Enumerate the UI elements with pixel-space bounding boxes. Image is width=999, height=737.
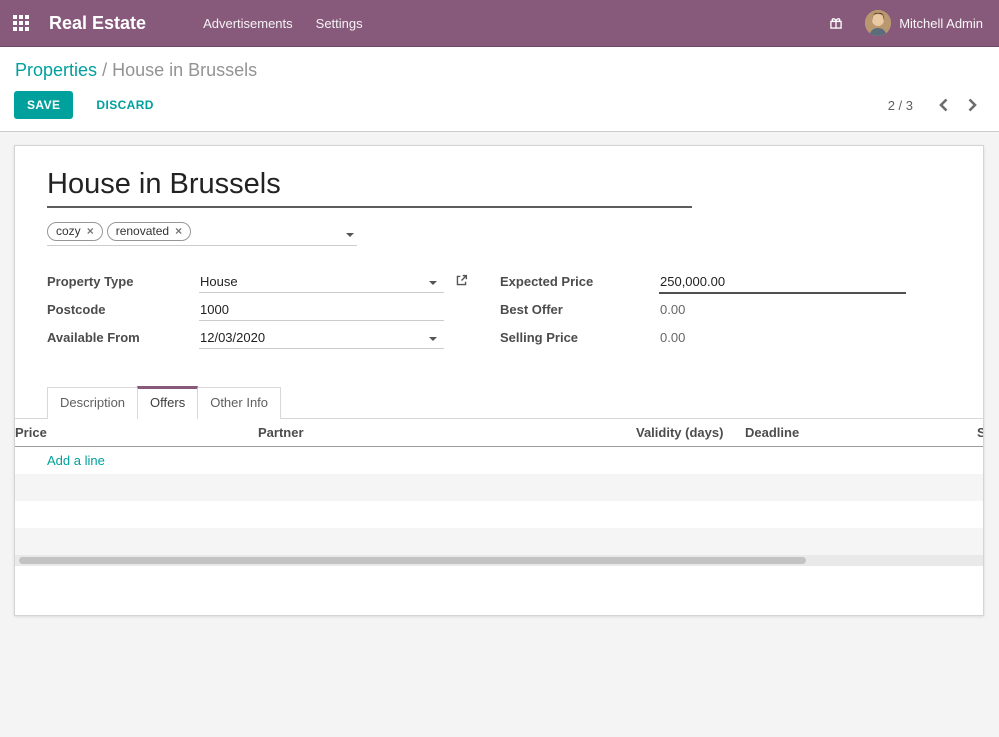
available-from-label: Available From (47, 326, 199, 345)
expected-price-value: 250,000.00 (660, 274, 725, 289)
tab-description[interactable]: Description (47, 387, 138, 419)
control-panel: Properties / House in Brussels SAVE DISC… (0, 47, 999, 132)
tag-cozy: cozy × (47, 222, 103, 241)
postcode-value: 1000 (200, 302, 229, 317)
user-menu[interactable]: Mitchell Admin (899, 16, 983, 31)
control-panel-buttons: SAVE DISCARD 2 / 3 (0, 91, 999, 119)
menu-advertisements[interactable]: Advertisements (203, 12, 293, 35)
notebook-tabs: Description Offers Other Info (15, 386, 983, 419)
field-groups: Property Type House Postcode (15, 270, 983, 354)
selling-price-amount: 0.00 (660, 330, 685, 345)
top-navbar: Real Estate Advertisements Settings Mitc… (0, 0, 999, 47)
discard-button[interactable]: DISCARD (88, 91, 161, 119)
expected-price-label: Expected Price (500, 270, 659, 289)
column-header-validity[interactable]: Validity (days) (636, 419, 737, 446)
tag-label: cozy (56, 224, 81, 238)
navbar-right: Mitchell Admin (829, 10, 999, 36)
save-button[interactable]: SAVE (14, 91, 73, 119)
tag-remove-icon[interactable]: × (87, 224, 94, 238)
empty-row (15, 474, 983, 501)
property-name-input[interactable]: House in Brussels (47, 168, 692, 208)
tags-input[interactable]: cozy × renovated × (47, 222, 357, 246)
tab-offers[interactable]: Offers (137, 386, 198, 419)
form-sheet: House in Brussels cozy × renovated × Pro… (14, 145, 984, 616)
breadcrumb: Properties / House in Brussels (15, 58, 999, 82)
selling-price-value: 0.00 (659, 326, 906, 348)
pager-previous-icon[interactable] (933, 96, 954, 114)
property-type-dropdown-icon[interactable] (429, 281, 437, 285)
property-type-value: House (200, 274, 238, 289)
pager-value: 2 / 3 (888, 98, 913, 113)
fields-right: Expected Price 250,000.00 Best Offer 0.0… (500, 270, 906, 354)
column-header-deadline[interactable]: Deadline (737, 419, 963, 446)
pager-next-icon[interactable] (962, 96, 983, 114)
column-header-price[interactable]: Price (15, 419, 248, 446)
breadcrumb-current: House in Brussels (112, 60, 257, 80)
property-type-external-link-icon[interactable] (455, 274, 468, 287)
main-content: House in Brussels cozy × renovated × Pro… (0, 132, 999, 616)
main-menu: Advertisements Settings (203, 12, 363, 35)
property-type-input[interactable]: House (199, 270, 444, 293)
offers-list: Price Partner Validity (days) Deadline S… (15, 419, 983, 566)
empty-row (15, 528, 983, 555)
available-from-value: 12/03/2020 (200, 330, 265, 345)
user-avatar[interactable] (865, 10, 891, 36)
property-type-label: Property Type (47, 270, 199, 289)
available-from-dropdown-icon[interactable] (429, 337, 437, 341)
column-header-status[interactable]: Status (963, 419, 983, 446)
postcode-input[interactable]: 1000 (199, 298, 444, 321)
fields-left: Property Type House Postcode (47, 270, 470, 354)
add-line-row: Add a line (15, 447, 983, 474)
gift-icon[interactable] (829, 16, 843, 30)
selling-price-label: Selling Price (500, 326, 659, 345)
app-name[interactable]: Real Estate (49, 13, 146, 34)
expected-price-input[interactable]: 250,000.00 (659, 270, 906, 294)
apps-menu-icon[interactable] (13, 15, 29, 31)
tag-remove-icon[interactable]: × (175, 224, 182, 238)
breadcrumb-properties[interactable]: Properties (15, 60, 97, 80)
column-header-partner[interactable]: Partner (248, 419, 636, 446)
menu-settings[interactable]: Settings (316, 12, 363, 35)
best-offer-amount: 0.00 (660, 302, 685, 317)
postcode-label: Postcode (47, 298, 199, 317)
best-offer-value: 0.00 (659, 298, 906, 320)
tab-other-info[interactable]: Other Info (197, 387, 281, 419)
tag-renovated: renovated × (107, 222, 191, 241)
empty-row (15, 501, 983, 528)
horizontal-scrollbar[interactable] (15, 555, 983, 566)
tags-dropdown-icon[interactable] (346, 233, 354, 237)
best-offer-label: Best Offer (500, 298, 659, 317)
add-a-line-link[interactable]: Add a line (47, 453, 105, 468)
tag-label: renovated (116, 224, 169, 238)
scrollbar-thumb[interactable] (19, 557, 806, 564)
pager: 2 / 3 (888, 96, 999, 114)
available-from-input[interactable]: 12/03/2020 (199, 326, 444, 349)
breadcrumb-separator: / (102, 60, 107, 80)
